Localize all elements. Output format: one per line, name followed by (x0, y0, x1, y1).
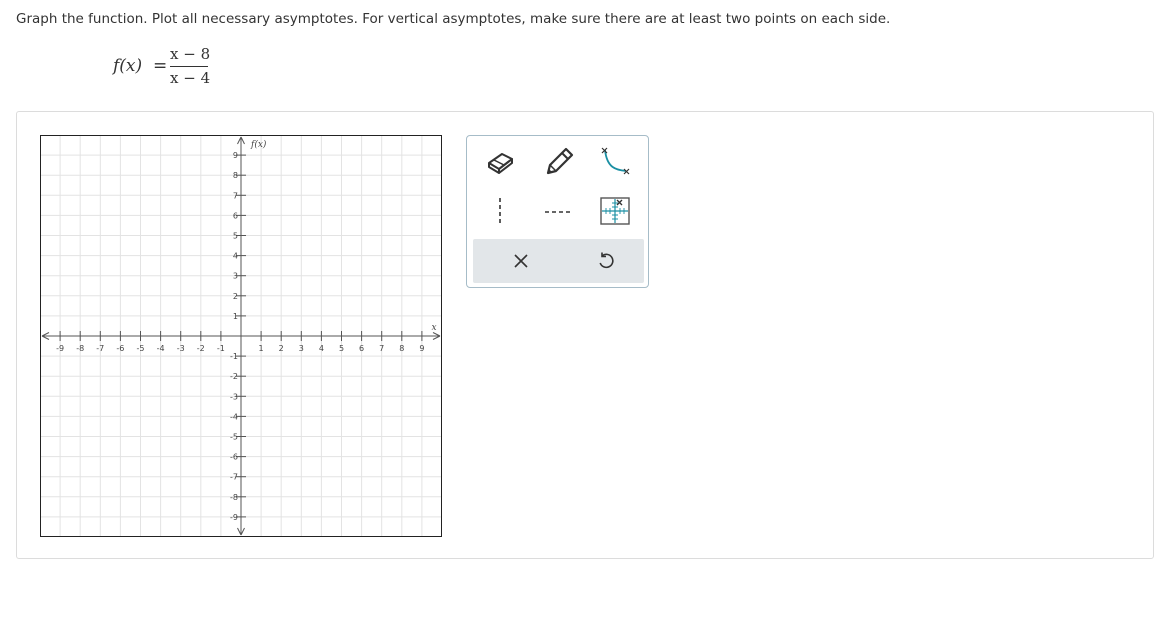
y-tick-label: 2 (233, 292, 238, 301)
y-tick-label: 7 (233, 191, 238, 200)
x-tick-label: -2 (197, 344, 205, 353)
x-tick-label: 7 (379, 344, 384, 353)
x-tick-label: -4 (157, 344, 165, 353)
y-tick-label: -4 (230, 412, 238, 421)
horizontal-asymptote-tool[interactable] (541, 196, 575, 226)
x-tick-label: 1 (259, 344, 264, 353)
fraction: x − 8 x − 4 (170, 44, 211, 89)
graph-toolbox (466, 135, 649, 288)
function-name: f(x) (113, 56, 143, 76)
pencil-icon (546, 147, 574, 175)
point-grid-tool[interactable] (598, 196, 632, 226)
x-tick-label: -8 (76, 344, 84, 353)
y-tick-label: -8 (230, 493, 238, 502)
fraction-bar (170, 66, 208, 67)
y-tick-label: 3 (233, 272, 238, 281)
x-tick-label: 3 (299, 344, 304, 353)
point-grid-icon (600, 197, 630, 225)
undo-icon (599, 252, 614, 269)
y-tick-label: -6 (230, 453, 238, 462)
graph-canvas[interactable]: -9 -8 -7 -6 -5 -4 -3 -2 -1 1 2 3 4 5 6 7 8 9 9 8 7 6 5 4 3 2 1 -1 -… (40, 135, 442, 537)
clear-button[interactable] (504, 246, 538, 276)
curve-tool[interactable] (598, 146, 632, 176)
y-tick-label: -1 (230, 352, 238, 361)
vertical-dashed-line-icon (499, 198, 501, 224)
x-tick-label: 8 (399, 344, 404, 353)
x-tick-label: -9 (56, 344, 64, 353)
y-tick-label: 8 (233, 171, 238, 180)
curve-icon (601, 147, 630, 175)
denominator: x − 4 (170, 69, 211, 87)
x-tick-label: -3 (177, 344, 185, 353)
x-tick-label: -7 (96, 344, 104, 353)
y-axis-label: f(x) (250, 139, 267, 150)
y-tick-label: 5 (233, 232, 238, 241)
y-tick-label: -7 (230, 473, 238, 482)
x-tick-label: 4 (319, 344, 324, 353)
numerator: x − 8 (170, 45, 211, 63)
x-tick-label: 5 (339, 344, 344, 353)
y-tick-label: -5 (230, 433, 238, 442)
eraser-icon (488, 153, 513, 174)
close-icon (514, 254, 528, 268)
y-tick-label: 1 (233, 312, 238, 321)
x-tick-label: -6 (116, 344, 124, 353)
vertical-asymptote-tool[interactable] (483, 196, 517, 226)
x-tick-label: -1 (217, 344, 225, 353)
pencil-tool[interactable] (541, 146, 575, 176)
y-tick-label: 9 (233, 151, 238, 160)
instruction-text: Graph the function. Plot all necessary a… (16, 11, 891, 27)
x-tick-label: 6 (359, 344, 364, 353)
y-tick-label: 4 (233, 252, 238, 261)
horizontal-dashed-line-icon (545, 211, 571, 213)
reset-button[interactable] (589, 246, 623, 276)
y-tick-label: -3 (230, 392, 238, 401)
y-tick-label: -2 (230, 372, 238, 381)
x-tick-label: -5 (137, 344, 145, 353)
x-axis-label: x (431, 323, 436, 333)
y-tick-label: -9 (230, 513, 238, 522)
eraser-tool[interactable] (483, 146, 517, 176)
y-tick-label: 6 (233, 211, 238, 220)
equals-sign: = (153, 56, 168, 76)
x-tick-label: 9 (419, 344, 424, 353)
x-tick-label: 2 (279, 344, 284, 353)
action-bar (473, 239, 644, 283)
